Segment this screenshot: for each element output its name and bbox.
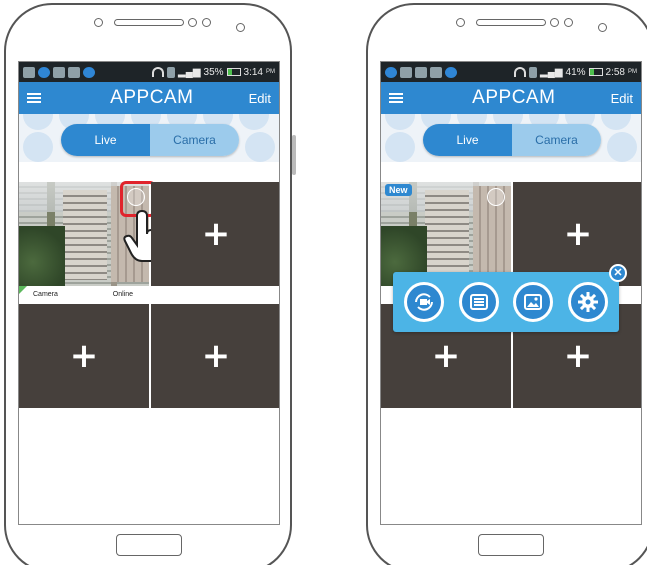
clock: 3:14 [243,66,263,78]
live-camera-toggle: Live Camera [61,124,239,156]
wifi-icon [152,67,165,77]
download-icon [400,66,412,78]
home-button[interactable] [478,534,544,556]
download-icon [53,66,65,78]
add-camera-tile[interactable]: + [151,304,279,408]
app-notification-icon [83,66,95,78]
camera-settings-icon[interactable] [120,181,156,217]
gallery-notification-icon [68,66,80,78]
front-camera-icon [94,18,103,27]
hamburger-menu-icon[interactable] [389,93,403,103]
clock-ampm: PM [266,69,275,75]
hamburger-menu-icon[interactable] [27,93,41,103]
signal-icon: ▂▄▆ [540,66,563,78]
status-bar: ▂▄▆ 35% 3:14 PM [19,62,279,82]
edit-button[interactable]: Edit [249,91,271,106]
add-icon: + [201,214,231,254]
tab-live[interactable]: Live [61,124,150,156]
camera-settings-icon[interactable] [487,188,505,206]
sensor-icon [202,18,211,27]
close-popup-button[interactable]: ✕ [609,264,627,282]
add-camera-tile[interactable]: + [151,182,279,286]
settings-button[interactable] [567,282,608,322]
front-camera-icon [456,18,465,27]
speaker-grille [114,19,184,26]
add-camera-tile[interactable]: + [19,304,149,408]
notification-icons [385,66,457,78]
add-icon: + [201,336,231,376]
signal-icon: ▂▄▆ [178,66,201,78]
phone-right: ▂▄▆ 41% 2:58 PM APPCAM Edit Live Camera … [366,3,647,565]
clock: 2:58 [605,66,625,78]
edit-button[interactable]: Edit [611,91,633,106]
replay-button[interactable] [404,282,445,322]
sim-icon [167,66,176,78]
home-button[interactable] [116,534,182,556]
speaker-grille [476,19,546,26]
app-notification-icon [38,66,50,78]
replay-icon [415,293,434,311]
battery-icon [226,68,241,76]
image-icon [415,66,427,78]
camera-caption: Camera Online [19,286,149,302]
battery-percent: 35% [203,66,224,78]
side-button[interactable] [292,135,296,175]
image-icon [23,66,35,78]
wifi-icon [514,67,527,77]
toggle-area: Live Camera [381,114,641,162]
app-title: APPCAM [110,87,194,108]
camera-action-popup [393,272,619,332]
tab-camera[interactable]: Camera [512,124,601,156]
proximity-sensor-icon [598,23,607,32]
camera-tile[interactable]: Camera Online [19,181,163,302]
tab-camera[interactable]: Camera [150,124,239,156]
app-notification-icon [445,66,457,78]
proximity-sensor-icon [236,23,245,32]
gallery-button[interactable] [513,282,554,322]
screen-left: ▂▄▆ 35% 3:14 PM APPCAM Edit Live Camera … [18,61,280,525]
camera-status: Online [112,290,133,298]
list-icon [469,294,488,310]
settings-icon [577,292,598,312]
tab-live[interactable]: Live [423,124,512,156]
add-icon: + [563,214,593,254]
live-camera-toggle: Live Camera [423,124,601,156]
sensor-icon [564,18,573,27]
battery-icon [588,68,603,76]
app-title: APPCAM [472,87,556,108]
app-bar: APPCAM Edit [19,82,279,114]
add-icon: + [431,336,461,376]
sensor-icon [550,18,559,27]
new-badge: New [385,184,412,196]
add-icon: + [69,336,99,376]
toggle-area: Live Camera [19,114,279,162]
camera-tile[interactable]: New [381,182,511,286]
gallery-icon [524,294,543,310]
event-list-button[interactable] [458,282,499,322]
phone-left: ▂▄▆ 35% 3:14 PM APPCAM Edit Live Camera … [4,3,296,565]
app-bar: APPCAM Edit [381,82,641,114]
sim-icon [529,66,538,78]
camera-name: Camera [33,290,58,298]
status-bar: ▂▄▆ 41% 2:58 PM [381,62,641,82]
notification-icons [23,66,95,78]
app-notification-icon [385,66,397,78]
sensor-icon [188,18,197,27]
online-indicator [19,286,27,294]
gallery-notification-icon [430,66,442,78]
clock-ampm: PM [628,69,637,75]
battery-percent: 41% [565,66,586,78]
add-icon: + [563,336,593,376]
screen-right: ▂▄▆ 41% 2:58 PM APPCAM Edit Live Camera … [380,61,642,525]
